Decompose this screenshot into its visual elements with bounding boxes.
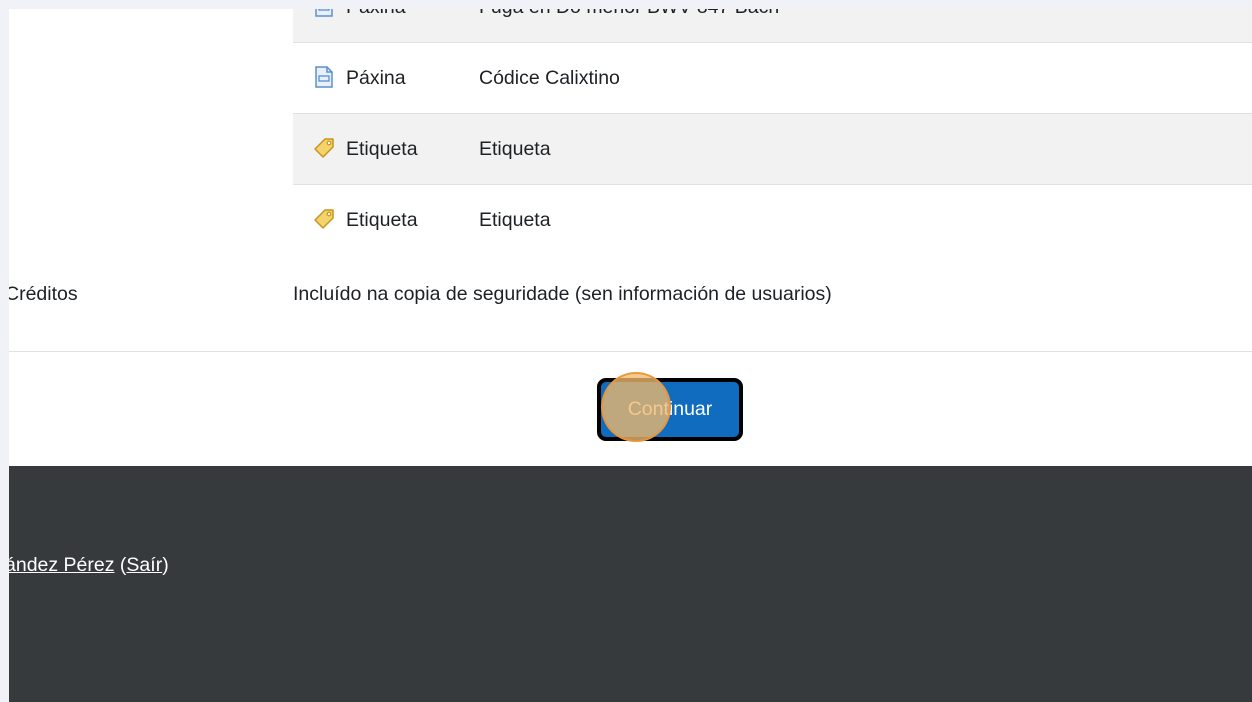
label-tag-icon	[312, 136, 336, 160]
footer: ández Pérez (Saír)	[9, 466, 1252, 702]
credits-label: Créditos	[9, 283, 78, 305]
activity-row: Etiqueta Etiqueta	[293, 114, 1252, 185]
label-tag-icon	[312, 207, 336, 231]
activity-name[interactable]: Fuga en Do menor BWV 847 Bach	[479, 9, 779, 19]
activity-row: Páxina Códice Calixtino	[293, 43, 1252, 114]
footer-logged-in-info: ández Pérez (Saír)	[9, 554, 169, 577]
activity-name[interactable]: Etiqueta	[479, 209, 551, 232]
activity-type: Páxina	[346, 66, 406, 89]
credits-value: Incluído na copia de seguridade (sen inf…	[293, 283, 832, 305]
page-icon	[312, 65, 336, 89]
activity-name[interactable]: Códice Calixtino	[479, 67, 620, 90]
user-profile-link[interactable]: ández Pérez	[9, 554, 115, 576]
activity-type: Etiqueta	[346, 208, 418, 231]
activity-row: Páxina Fuga en Do menor BWV 847 Bach	[293, 9, 1252, 43]
page: Páxina Fuga en Do menor BWV 847 Bach Páx…	[9, 9, 1252, 702]
logout-link[interactable]: Saír	[126, 554, 162, 576]
divider	[9, 351, 1252, 352]
continue-button[interactable]: Continuar	[597, 378, 743, 441]
activity-type: Páxina	[346, 9, 406, 19]
paren-open: (	[114, 554, 127, 576]
activity-name[interactable]: Etiqueta	[479, 138, 551, 161]
activity-type: Etiqueta	[346, 137, 418, 160]
page-icon	[312, 9, 336, 18]
activity-row: Etiqueta Etiqueta	[293, 185, 1252, 255]
paren-close: )	[162, 554, 169, 576]
